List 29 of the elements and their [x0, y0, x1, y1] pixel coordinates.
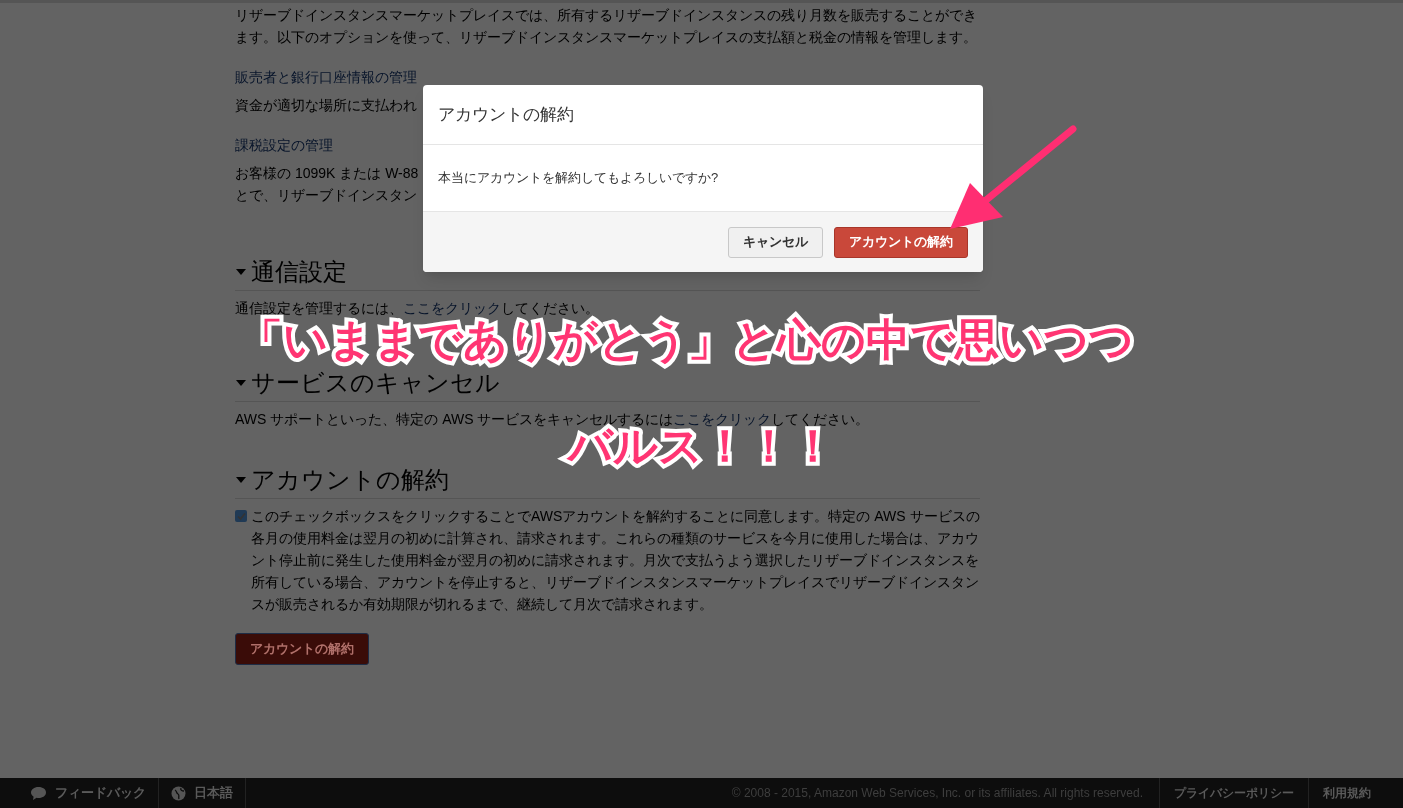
caret-icon[interactable]: [235, 476, 247, 484]
speech-bubble-icon: [30, 785, 47, 801]
globe-icon: [171, 785, 186, 801]
section-link[interactable]: 課税設定の管理: [235, 134, 333, 156]
description-text: お客様の 1099K または W-88: [235, 164, 419, 183]
section-link[interactable]: 販売者と銀行口座情報の管理: [235, 66, 417, 88]
annotation-text: 「いままでありがとう」と心の中で思いつつ: [239, 317, 1134, 363]
language-link[interactable]: 日本語: [159, 778, 246, 808]
description-text: とで、リザーブドインスタン: [235, 186, 417, 205]
close-account-button[interactable]: アカウントの解約: [235, 633, 369, 665]
cancel-button[interactable]: キャンセル: [728, 226, 823, 258]
description-text: 資金が適切な場所に支払われ: [235, 96, 417, 115]
feedback-link[interactable]: フィードバック: [0, 778, 159, 808]
section-heading[interactable]: サービスのキャンセル: [251, 367, 500, 399]
click-here-link[interactable]: ここをクリック: [673, 411, 772, 427]
dialog-message: 本当にアカウントを解約してもよろしいですか?: [438, 169, 719, 188]
footer-link[interactable]: プライバシーポリシー: [1159, 778, 1308, 808]
agree-checkbox[interactable]: [235, 510, 247, 522]
footer-link[interactable]: 利用規約: [1308, 778, 1403, 808]
section-heading[interactable]: 通信設定: [251, 256, 347, 288]
click-here-link[interactable]: ここをクリック: [403, 300, 501, 316]
confirm-button[interactable]: アカウントの解約: [834, 226, 968, 258]
agreement-text: このチェックボックスをクリックすることでAWSアカウントを解約することに同意します。特定の AWS サービスの各月の使用料金は翌月の初めに計算され、請求されます。これらの種類のサービスを今月に使用した場合は、アカウント停止前に発生した使用料金が翌月の初めに請求されます。月次で支払うよう選択したリザーブドインスタンスを所有している場合、アカウントを停止すると、リザーブドインスタンスマーケットプレイスでリザーブドインスタンスが販売されるか有効期限が切れるまで、継続して月次で請求されます。: [251, 507, 980, 614]
section-heading[interactable]: アカウントの解約: [251, 464, 449, 496]
section-text: 通信設定を管理するには、ここをクリック してください。: [235, 299, 600, 318]
dialog-title: アカウントの解約: [438, 103, 574, 126]
caret-icon[interactable]: [235, 268, 247, 276]
intro-text: リザーブドインスタンスマーケットプレイスでは、所有するリザーブドインスタンスの残り月数を販売することができます。以下のオプションを使って、リザーブドインスタンスマーケットプレイスの支払額と税金の情報を管理します。: [235, 6, 978, 47]
caret-icon[interactable]: [235, 379, 247, 387]
